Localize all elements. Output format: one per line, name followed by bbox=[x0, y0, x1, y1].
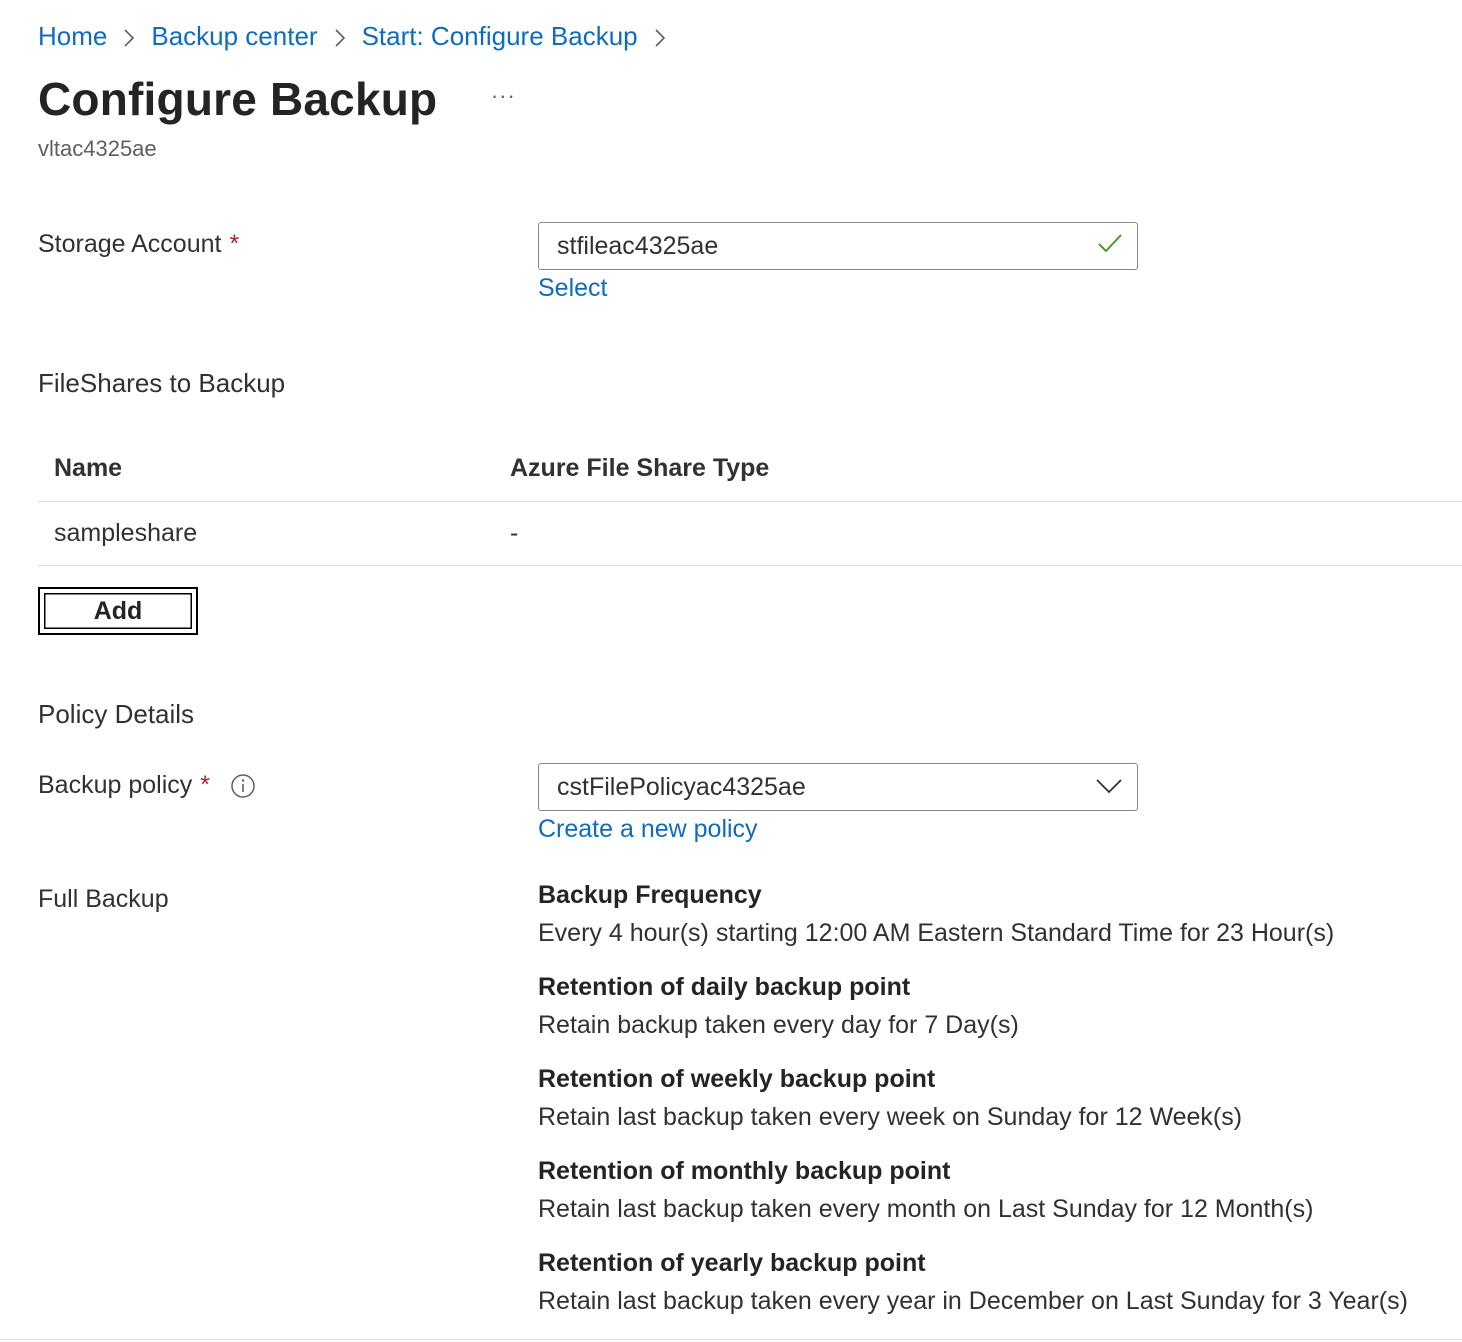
title-row: Configure Backup ··· bbox=[38, 72, 519, 126]
fileshare-type-cell: - bbox=[510, 519, 519, 547]
policy-detail-text: Every 4 hour(s) starting 12:00 AM Easter… bbox=[538, 919, 1335, 947]
storage-account-label-text: Storage Account bbox=[38, 230, 222, 258]
policy-monthly-retention-detail: Retention of monthly backup point Retain… bbox=[538, 1157, 1458, 1224]
policy-detail-heading: Retention of weekly backup point bbox=[538, 1065, 936, 1093]
fileshare-name-cell: sampleshare bbox=[54, 519, 198, 547]
checkmark-icon bbox=[1097, 232, 1123, 261]
storage-account-field[interactable]: stfileac4325ae bbox=[538, 222, 1138, 270]
more-options-button[interactable]: ··· bbox=[487, 80, 519, 112]
breadcrumb-start-configure-link[interactable]: Start: Configure Backup bbox=[362, 21, 638, 52]
chevron-right-icon bbox=[638, 21, 682, 52]
chevron-down-icon bbox=[1095, 773, 1123, 802]
policy-detail-heading: Retention of daily backup point bbox=[538, 973, 911, 1001]
page-title: Configure Backup bbox=[38, 73, 438, 125]
page-subtitle: vltac4325ae bbox=[38, 136, 157, 161]
policy-frequency-detail: Backup Frequency Every 4 hour(s) startin… bbox=[538, 881, 1458, 948]
backup-policy-selected-value: cstFilePolicyac4325ae bbox=[557, 772, 806, 801]
add-fileshare-button[interactable]: Add bbox=[38, 587, 198, 635]
bottom-divider bbox=[0, 1339, 1462, 1340]
policy-yearly-retention-detail: Retention of yearly backup point Retain … bbox=[538, 1249, 1458, 1316]
breadcrumb-home-link[interactable]: Home bbox=[38, 21, 107, 52]
policy-detail-text: Retain backup taken every day for 7 Day(… bbox=[538, 1011, 1019, 1039]
required-indicator: * bbox=[200, 771, 210, 799]
policy-detail-heading: Backup Frequency bbox=[538, 881, 762, 909]
policy-daily-retention-detail: Retention of daily backup point Retain b… bbox=[538, 973, 1458, 1040]
backup-policy-dropdown[interactable]: cstFilePolicyac4325ae bbox=[538, 763, 1138, 811]
policy-details-section-title: Policy Details bbox=[38, 699, 195, 729]
column-header-name[interactable]: Name bbox=[54, 454, 122, 483]
required-indicator: * bbox=[229, 230, 240, 258]
breadcrumb-backup-center-link[interactable]: Backup center bbox=[151, 21, 317, 52]
chevron-right-icon bbox=[107, 21, 151, 52]
info-icon[interactable] bbox=[230, 773, 256, 799]
ellipsis-icon: ··· bbox=[490, 83, 516, 108]
fileshares-table: Name Azure File Share Type sampleshare - bbox=[38, 436, 1462, 566]
configure-backup-page: Home Backup center Start: Configure Back… bbox=[0, 0, 1462, 1342]
backup-policy-label: Backup policy * bbox=[38, 771, 256, 800]
storage-account-label: Storage Account * bbox=[38, 230, 239, 259]
breadcrumb: Home Backup center Start: Configure Back… bbox=[38, 18, 682, 54]
table-row[interactable]: sampleshare - bbox=[38, 502, 1462, 566]
policy-detail-text: Retain last backup taken every week on S… bbox=[538, 1103, 1243, 1131]
column-header-share-type[interactable]: Azure File Share Type bbox=[510, 454, 769, 483]
backup-policy-label-text: Backup policy bbox=[38, 771, 193, 799]
create-new-policy-link[interactable]: Create a new policy bbox=[538, 815, 758, 844]
storage-account-value: stfileac4325ae bbox=[557, 231, 719, 260]
policy-detail-heading: Retention of yearly backup point bbox=[538, 1249, 926, 1277]
policy-detail-text: Retain last backup taken every year in D… bbox=[538, 1287, 1408, 1315]
policy-weekly-retention-detail: Retention of weekly backup point Retain … bbox=[538, 1065, 1458, 1132]
table-header: Name Azure File Share Type bbox=[38, 436, 1462, 502]
select-storage-account-link[interactable]: Select bbox=[538, 274, 607, 303]
policy-detail-text: Retain last backup taken every month on … bbox=[538, 1195, 1314, 1223]
fileshares-section-title: FileShares to Backup bbox=[38, 368, 286, 398]
full-backup-label: Full Backup bbox=[38, 885, 169, 913]
chevron-right-icon bbox=[318, 21, 362, 52]
policy-detail-heading: Retention of monthly backup point bbox=[538, 1157, 951, 1185]
